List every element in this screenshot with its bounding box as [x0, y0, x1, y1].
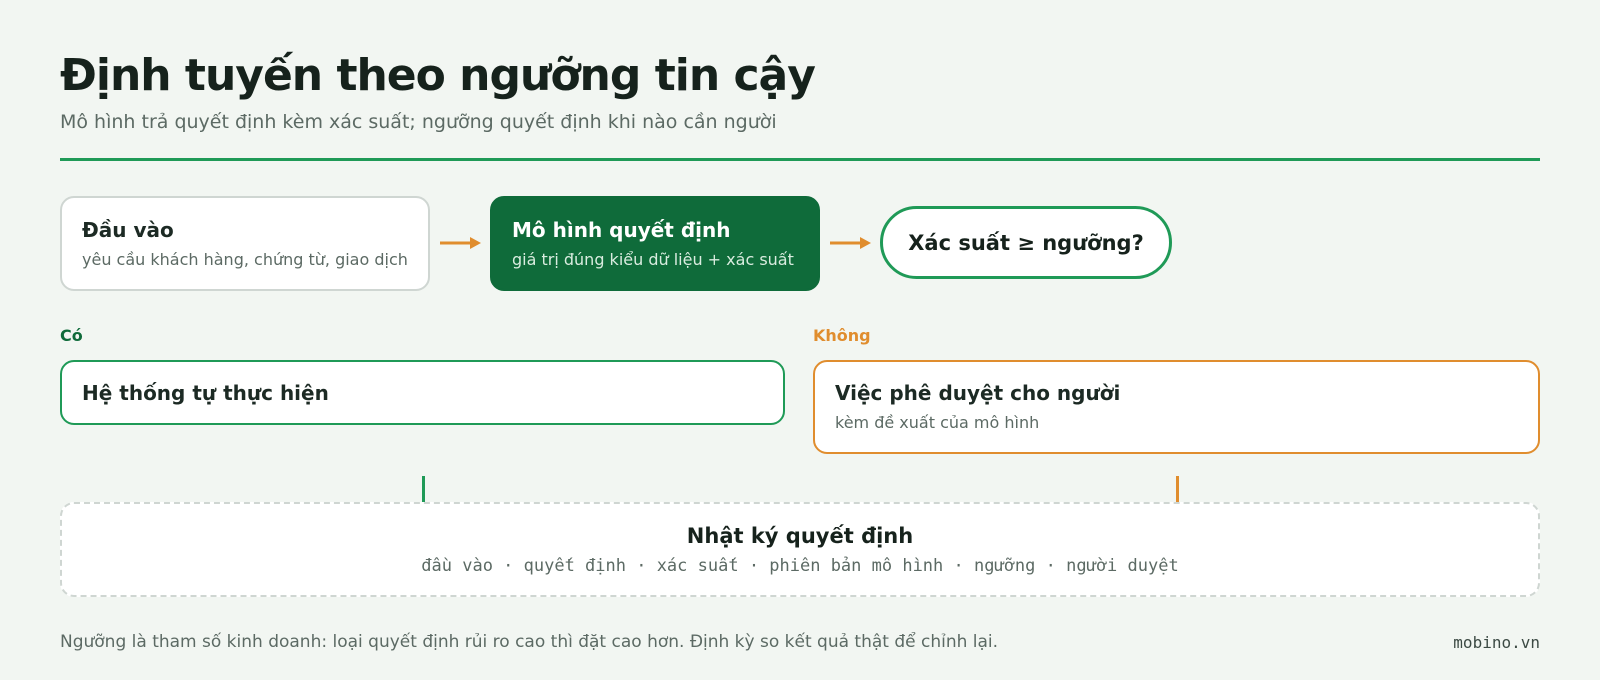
model-node-title: Mô hình quyết định: [512, 218, 731, 242]
input-node: Đầu vào yêu cầu khách hàng, chứng từ, gi…: [60, 196, 430, 291]
threshold-decision-node: Xác suất ≥ ngưỡng?: [880, 206, 1172, 279]
auto-execute-node: Hệ thống tự thực hiện: [60, 360, 785, 425]
decision-log-title: Nhật ký quyết định: [686, 524, 914, 548]
page-subtitle: Mô hình trả quyết định kèm xác suất; ngư…: [60, 111, 777, 133]
brand-link[interactable]: mobino.vn: [1453, 633, 1540, 652]
no-to-log-connector: [1176, 476, 1179, 502]
yes-to-log-connector: [422, 476, 425, 502]
arrow-input-to-model-icon: [440, 237, 481, 249]
model-node: Mô hình quyết định giá trị đúng kiểu dữ …: [490, 196, 820, 291]
human-review-node: Việc phê duyệt cho người kèm đề xuất của…: [813, 360, 1540, 454]
auto-execute-title: Hệ thống tự thực hiện: [82, 381, 329, 405]
input-node-detail: yêu cầu khách hàng, chứng từ, giao dịch: [82, 250, 408, 269]
human-review-detail: kèm đề xuất của mô hình: [835, 413, 1040, 432]
human-review-title: Việc phê duyệt cho người: [835, 381, 1121, 405]
input-node-title: Đầu vào: [82, 218, 174, 242]
no-branch-label: Không: [813, 326, 871, 345]
yes-branch-label: Có: [60, 326, 83, 345]
footnote: Ngưỡng là tham số kinh doanh: loại quyết…: [60, 632, 999, 652]
arrow-model-to-decision-icon: [830, 237, 871, 249]
model-node-detail: giá trị đúng kiểu dữ liệu + xác suất: [512, 250, 794, 269]
page-title: Định tuyến theo ngưỡng tin cậy: [60, 50, 816, 101]
decision-log-node: Nhật ký quyết định đầu vào · quyết định …: [60, 502, 1540, 597]
decision-log-fields: đầu vào · quyết định · xác suất · phiên …: [421, 556, 1179, 576]
header-divider: [60, 158, 1540, 161]
